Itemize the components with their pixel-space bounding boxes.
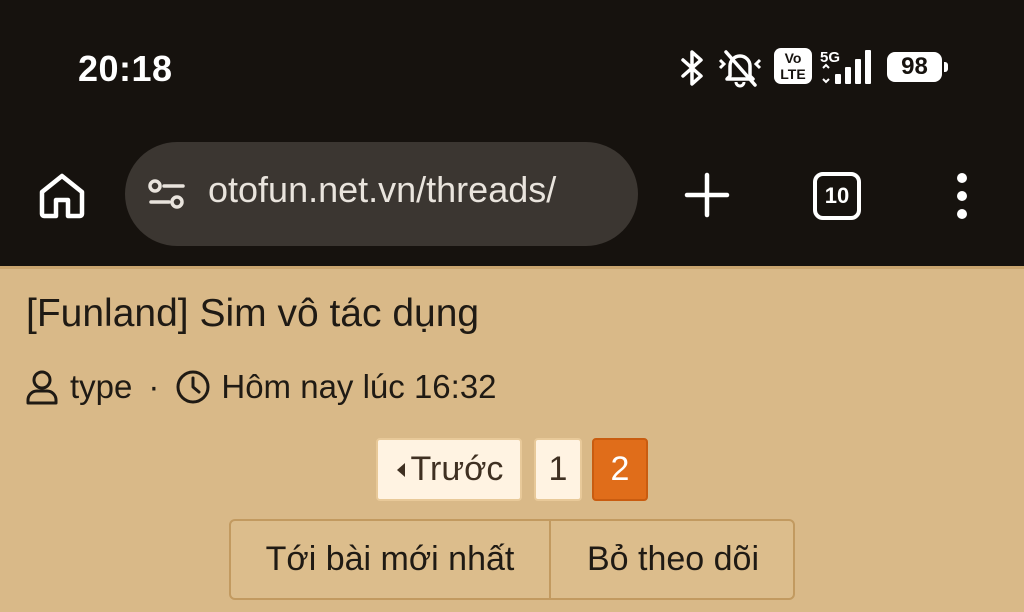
home-icon[interactable] <box>36 170 88 222</box>
status-bar: 20:18 Vo LTE 5G 98 <box>0 0 1024 140</box>
battery-indicator: 98 <box>887 52 948 82</box>
page-1-button[interactable]: 1 <box>534 438 582 501</box>
thread-actions: Tới bài mới nhất Bỏ theo dõi <box>229 519 795 600</box>
user-icon <box>26 370 58 405</box>
silent-mode-icon <box>718 50 762 88</box>
page-2-button[interactable]: 2 <box>592 438 648 501</box>
clock-icon <box>176 370 210 404</box>
thread-author[interactable]: type <box>70 368 132 406</box>
prev-page-label: Trước <box>410 450 504 488</box>
status-time: 20:18 <box>78 48 173 89</box>
more-menu-icon[interactable] <box>950 172 974 220</box>
svg-text:Vo: Vo <box>785 50 802 66</box>
tab-switcher-button[interactable]: 10 <box>813 172 861 220</box>
thread-title: [Funland] Sim vô tác dụng <box>26 292 480 335</box>
thread-time[interactable]: Hôm nay lúc 16:32 <box>221 368 496 406</box>
unfollow-button[interactable]: Bỏ theo dõi <box>551 521 795 598</box>
bluetooth-icon <box>681 50 703 86</box>
url-text[interactable]: otofun.net.vn/threads/ <box>208 169 556 211</box>
jump-to-latest-button[interactable]: Tới bài mới nhất <box>231 521 551 598</box>
site-settings-icon[interactable] <box>147 178 189 210</box>
content-divider <box>0 266 1024 269</box>
new-tab-icon[interactable] <box>684 172 730 218</box>
caret-left-icon <box>396 462 405 477</box>
svg-text:5G: 5G <box>820 49 840 66</box>
volte-icon: Vo LTE <box>774 48 812 84</box>
prev-page-button[interactable]: Trước <box>376 438 522 501</box>
5g-signal-icon: 5G <box>820 49 871 84</box>
address-bar[interactable]: otofun.net.vn/threads/ <box>125 142 638 246</box>
meta-separator: · <box>148 368 160 405</box>
svg-text:LTE: LTE <box>780 66 805 82</box>
thread-meta: type · Hôm nay lúc 16:32 <box>24 365 497 409</box>
